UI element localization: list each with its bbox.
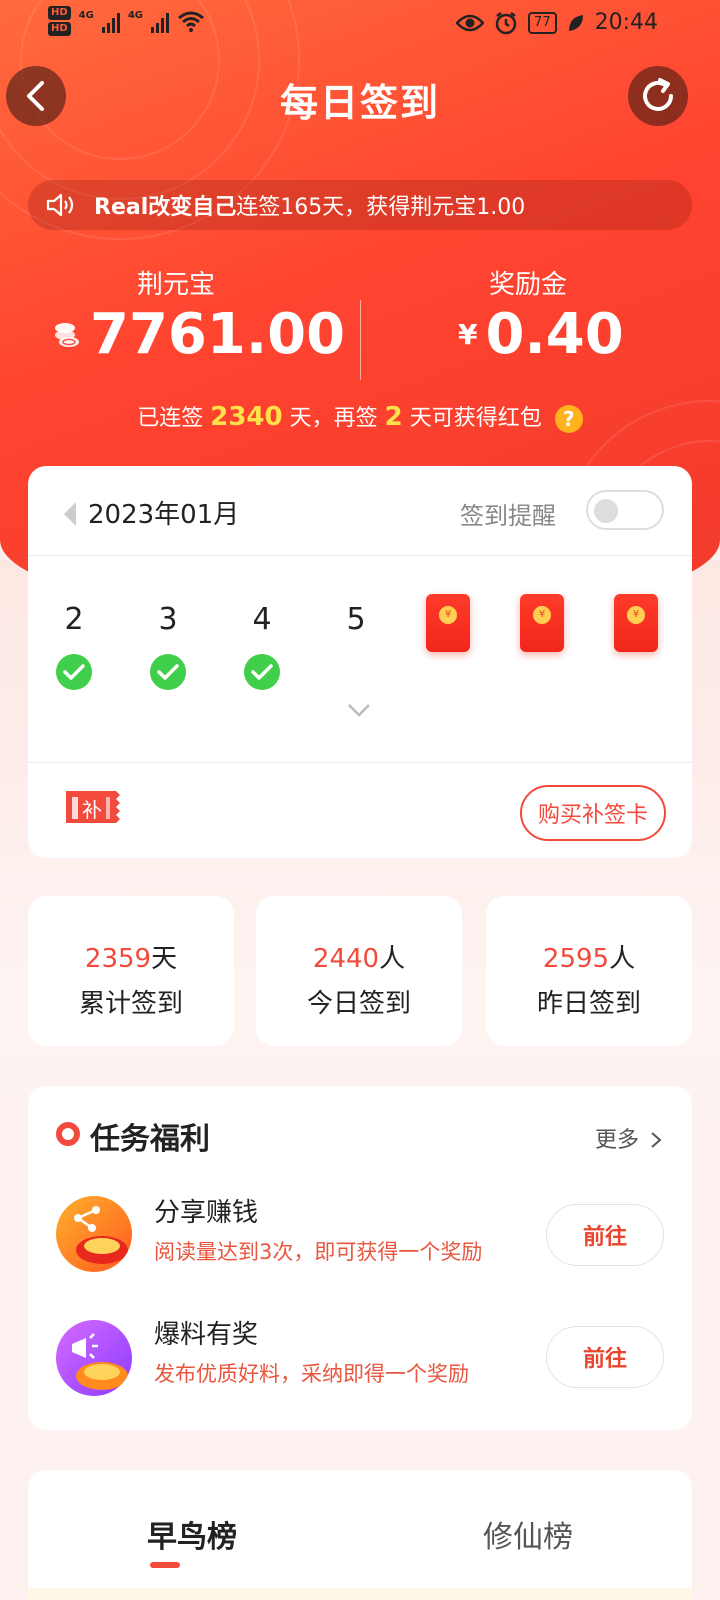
stat-unit: 人 — [609, 944, 636, 974]
share-earn-icon — [56, 1196, 132, 1272]
reminder-toggle[interactable] — [586, 490, 664, 530]
check-icon — [150, 654, 186, 690]
page-title: 每日签到 — [279, 81, 440, 125]
calendar-month: 2023年01月 — [88, 500, 240, 530]
streak-prefix: 已连签 — [137, 406, 204, 431]
help-icon[interactable]: ? — [554, 405, 583, 433]
task-name: 爆料有奖 — [154, 1320, 259, 1350]
red-packet-icon[interactable]: ¥ — [614, 594, 658, 652]
balance-divider — [360, 300, 361, 380]
bonus-balance: ¥ 0.40 — [458, 302, 624, 367]
makeup-card-icon: 补 — [62, 785, 124, 833]
reminder-label: 签到提醒 — [460, 502, 556, 530]
network-type: 4G — [127, 10, 144, 21]
calendar-header: 2023年01月 签到提醒 — [28, 466, 692, 556]
wifi-icon — [178, 11, 204, 32]
task-desc: 发布优质好料，采纳即得一个奖励 — [154, 1362, 469, 1386]
task-desc: 阅读量达到3次，即可获得一个奖励 — [154, 1240, 483, 1264]
streak-remaining: 2 — [384, 402, 403, 432]
alarm-icon — [495, 11, 517, 34]
network-type: 4G — [78, 10, 94, 21]
notice-user: Real改变自己 — [94, 195, 237, 220]
notice-text: 连签165天，获得荆元宝1.00 — [236, 195, 526, 220]
coin-stack-icon — [55, 322, 79, 347]
hd-badge: HD — [48, 6, 71, 20]
stat-number: 2595 — [542, 944, 610, 974]
more-label: 更多 — [594, 1128, 639, 1153]
prev-month-icon[interactable] — [64, 502, 76, 526]
clock: 20:44 — [594, 10, 658, 35]
buy-makeup-card-button[interactable]: 购买补签卡 — [520, 785, 666, 841]
rank-list-top — [28, 1588, 692, 1600]
battery-indicator: 77 — [528, 11, 557, 34]
streak-info: 已连签 2340 天，再签 2 天可获得红包 ? — [0, 400, 720, 433]
calendar-days: 2 3 4 5 ¥ ¥ ¥ — [28, 556, 692, 756]
makeup-icon-text: 补 — [82, 798, 102, 822]
coin-label: 荆元宝 — [136, 270, 215, 300]
streak-days: 2340 — [210, 402, 283, 432]
stat-total-signins: 2359天 累计签到 — [28, 896, 234, 1046]
stat-number: 2440 — [312, 944, 380, 974]
task-section-title: 任务福利 — [90, 1122, 210, 1157]
chevron-right-icon — [651, 1132, 662, 1148]
red-packet-icon[interactable]: ¥ — [426, 594, 470, 652]
refresh-button[interactable] — [628, 66, 688, 126]
tab-cultivation[interactable]: 修仙榜 — [428, 1512, 628, 1556]
rank-card: 早鸟榜 修仙榜 — [28, 1470, 692, 1600]
bonus-value: 0.40 — [485, 302, 624, 367]
active-tab-indicator — [150, 1562, 180, 1568]
refresh-icon — [643, 78, 673, 111]
speaker-icon — [46, 193, 74, 217]
task-go-button[interactable]: 前往 — [546, 1204, 664, 1266]
hd-badge: HD — [48, 22, 71, 36]
more-link[interactable]: 更多 — [595, 1122, 662, 1154]
signal-icon — [101, 9, 120, 33]
currency-symbol: ¥ — [458, 318, 478, 351]
report-reward-icon — [56, 1320, 132, 1396]
stat-unit: 人 — [379, 944, 406, 974]
check-icon — [244, 654, 280, 690]
day-cell[interactable]: 2 — [44, 602, 104, 637]
red-packet-icon[interactable]: ¥ — [520, 594, 564, 652]
day-cell[interactable]: 4 — [232, 602, 292, 637]
stat-today-signins: 2440人 今日签到 — [256, 896, 462, 1046]
signal-icon — [151, 9, 170, 33]
leaf-icon — [568, 14, 583, 31]
tab-early-bird[interactable]: 早鸟榜 — [92, 1512, 292, 1556]
stat-label: 昨日签到 — [536, 989, 641, 1019]
check-icon — [56, 654, 92, 690]
calendar-footer: 补 购买补签卡 — [28, 762, 692, 858]
stat-label: 今日签到 — [306, 989, 411, 1019]
notice-marquee: Real改变自己 连签165天，获得荆元宝1.00 — [28, 180, 692, 230]
eye-icon — [456, 14, 485, 31]
task-name: 分享赚钱 — [154, 1198, 259, 1228]
calendar-card: 2023年01月 签到提醒 2 3 4 5 ¥ ¥ ¥ 补 购买补签卡 — [28, 466, 692, 858]
bonus-label: 奖励金 — [488, 270, 567, 300]
section-dot-icon — [56, 1122, 80, 1146]
stat-yesterday-signins: 2595人 昨日签到 — [486, 896, 692, 1046]
coin-value: 7761.00 — [90, 302, 346, 367]
streak-suffix: 天可获得红包 — [409, 406, 542, 431]
stat-label: 累计签到 — [78, 989, 183, 1019]
streak-mid: 天，再签 — [289, 406, 378, 431]
task-card: 任务福利 更多 分享赚钱 阅读量达到3次，即可获得一个奖励 前往 爆料有奖 发布… — [28, 1086, 692, 1430]
stat-unit: 天 — [151, 944, 178, 974]
status-bar: HD HD 4G 4G 77 20:44 — [0, 0, 720, 50]
chevron-down-icon[interactable] — [346, 702, 372, 718]
stat-number: 2359 — [84, 944, 152, 974]
day-cell[interactable]: 3 — [138, 602, 198, 637]
day-cell[interactable]: 5 — [326, 602, 386, 637]
coin-balance: 7761.00 — [52, 302, 345, 367]
task-go-button[interactable]: 前往 — [546, 1326, 664, 1388]
